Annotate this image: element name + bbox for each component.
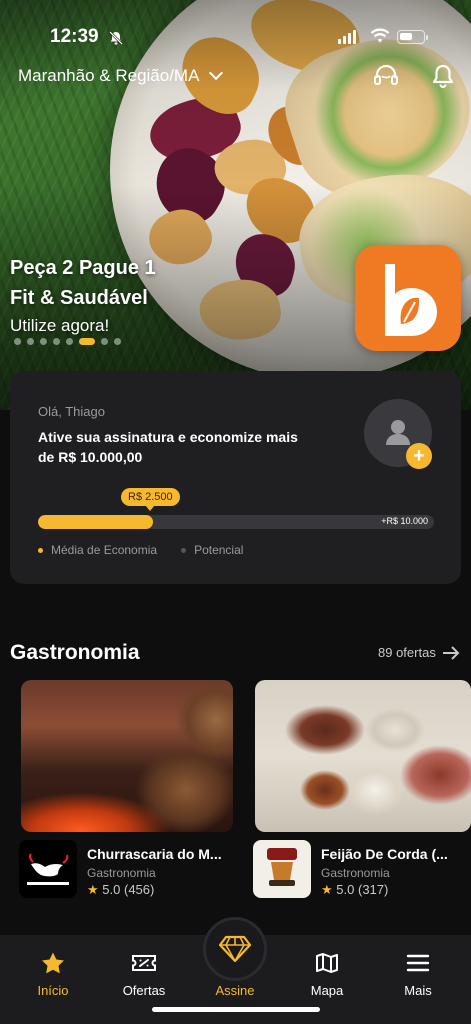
- carousel-dot[interactable]: [79, 338, 95, 345]
- banner-subtitle: Fit & Saudável: [10, 287, 148, 309]
- signal-icon: [338, 30, 356, 44]
- offers-count: 89 ofertas: [378, 645, 436, 660]
- carousel-dot[interactable]: [40, 338, 47, 345]
- savings-progress-bar: +R$ 10.000: [38, 515, 434, 529]
- offer-category: Gastronomia: [321, 866, 390, 880]
- carousel-indicator[interactable]: [14, 338, 121, 345]
- b-leaf-icon: [385, 264, 437, 336]
- chevron-down-icon: [209, 65, 224, 81]
- home-indicator: [152, 1007, 320, 1012]
- offer-image: [21, 680, 233, 832]
- carousel-dot[interactable]: [66, 338, 73, 345]
- add-photo-button[interactable]: +: [406, 443, 432, 469]
- see-all-offers-link[interactable]: 89 ofertas: [378, 645, 460, 660]
- status-time: 12:39: [50, 26, 99, 47]
- carousel-dot[interactable]: [27, 338, 34, 345]
- banner-title: Peça 2 Pague 1: [10, 257, 156, 279]
- tab-mapa[interactable]: Mapa: [287, 935, 367, 1005]
- status-bar: 12:39: [0, 0, 471, 70]
- bowl-logo-icon: [267, 848, 297, 886]
- current-savings-tooltip: R$ 2.500: [121, 488, 180, 511]
- offer-image: [255, 680, 471, 832]
- legend-potential: Potencial: [194, 543, 244, 557]
- headset-support-icon[interactable]: [373, 64, 399, 88]
- carousel-dot[interactable]: [101, 338, 108, 345]
- offer-card[interactable]: Feijão De Corda (... Gastronomia ★ 5.0 (…: [253, 680, 471, 898]
- carousel-dot[interactable]: [14, 338, 21, 345]
- bull-logo-icon: [27, 853, 69, 885]
- bell-muted-icon: [109, 31, 123, 45]
- map-icon: [316, 953, 338, 973]
- wifi-icon: [370, 28, 390, 43]
- tab-ofertas[interactable]: Ofertas: [104, 935, 184, 1005]
- restaurant-logo: [253, 840, 311, 898]
- arrow-right-icon: [442, 645, 460, 660]
- carousel-dot[interactable]: [114, 338, 121, 345]
- star-icon: ★: [321, 882, 333, 897]
- savings-card: Olá, Thiago Ative sua assinatura e econo…: [10, 371, 461, 584]
- ticket-icon: [132, 955, 156, 971]
- banner-cta: Utilize agora!: [10, 316, 110, 335]
- location-selector[interactable]: Maranhão & Região/MA: [18, 65, 224, 86]
- carousel-dot[interactable]: [53, 338, 60, 345]
- menu-icon: [406, 954, 430, 972]
- savings-progress-fill: [38, 515, 153, 529]
- greeting: Olá, Thiago: [38, 404, 105, 419]
- offer-name: Feijão De Corda (...: [321, 846, 448, 862]
- banner-text: Peça 2 Pague 1 Fit & Saudável Utilize ag…: [10, 253, 156, 339]
- subscription-headline: Ative sua assinatura e economize mais de…: [38, 429, 298, 465]
- tab-assine[interactable]: Assine: [195, 935, 275, 1005]
- offer-rating: ★ 5.0 (317): [321, 882, 389, 897]
- tab-inicio[interactable]: Início: [13, 935, 93, 1005]
- tab-mais[interactable]: Mais: [378, 935, 458, 1005]
- offer-category: Gastronomia: [87, 866, 156, 880]
- star-icon: ★: [87, 882, 99, 897]
- offer-name: Churrascaria do M...: [87, 846, 222, 862]
- section-title: Gastronomia: [10, 641, 140, 664]
- legend-average: Média de Economia: [51, 543, 158, 557]
- bell-icon[interactable]: [430, 64, 456, 88]
- restaurant-logo: [19, 840, 77, 898]
- star-icon: [42, 952, 64, 974]
- battery-icon: [397, 30, 425, 44]
- savings-max-label: +R$ 10.000: [381, 516, 428, 526]
- offer-rating: ★ 5.0 (456): [87, 882, 155, 897]
- brand-logo: [355, 245, 461, 351]
- offer-card[interactable]: Churrascaria do M... Gastronomia ★ 5.0 (…: [19, 680, 233, 898]
- location-label: Maranhão & Região/MA: [18, 66, 200, 85]
- savings-legend: Média de Economia Potencial: [38, 543, 243, 557]
